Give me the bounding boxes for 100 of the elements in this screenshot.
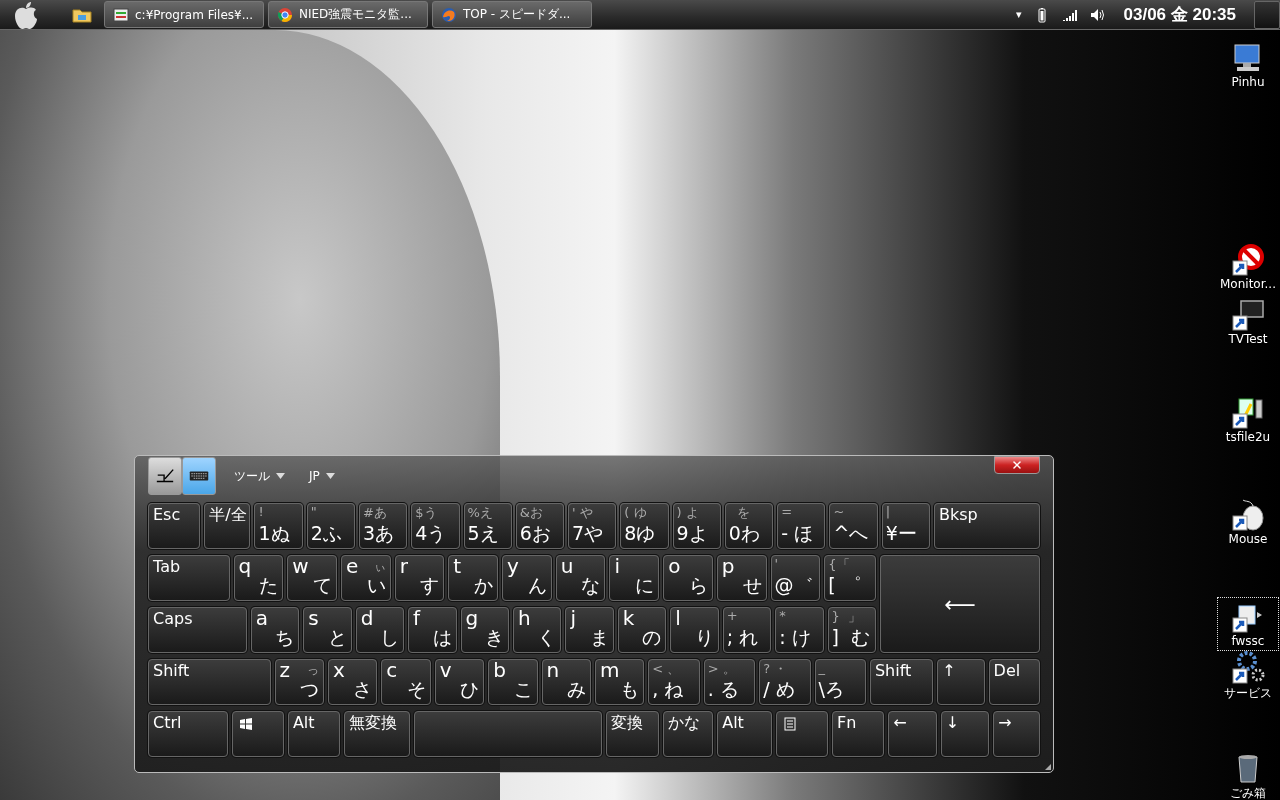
keyboard-key[interactable]: u な (555, 555, 606, 601)
keyboard-key[interactable]: < 、 , ね (648, 659, 700, 705)
icon-label[interactable]: サービス (1224, 685, 1272, 702)
keyboard-key[interactable]: k の (617, 607, 667, 653)
keyboard-key[interactable]: a ち (250, 607, 300, 653)
keyboard-key[interactable]: y ん (502, 555, 552, 601)
keyboard-key[interactable]: | ¥ー (881, 503, 930, 549)
keyboard-key[interactable]: Fn (831, 711, 885, 757)
globe-icon (441, 6, 457, 23)
keyboard-key[interactable]: q た (233, 555, 284, 601)
folder-icon[interactable] (72, 6, 92, 23)
keyboard-key[interactable]: c そ (381, 659, 431, 705)
close-button[interactable] (994, 456, 1040, 474)
windows-key[interactable] (231, 711, 284, 757)
mouse-icon[interactable] (1231, 498, 1265, 532)
close-icon (1011, 459, 1023, 471)
keyboard-key[interactable]: Shift (869, 659, 934, 705)
keyboard-key[interactable]: $う 4う (411, 503, 460, 549)
keyboard-key[interactable]: Shift (148, 659, 271, 705)
keyboard-key[interactable]: p せ (716, 555, 767, 601)
keyboard-key[interactable]: f は (408, 607, 457, 653)
keyboard-key[interactable]: Alt (717, 711, 772, 757)
keyboard-key[interactable]: } 」 ] む (827, 607, 876, 653)
keyboard-key[interactable]: ) よ 9よ (672, 503, 721, 549)
no-entry-icon[interactable] (1231, 243, 1265, 277)
keyboard-key[interactable]: ! 1ぬ (254, 503, 303, 549)
menu-button[interactable]: JP (303, 468, 341, 484)
keyboard-key[interactable]: かな (662, 711, 714, 757)
keyboard-key[interactable]: l り (670, 607, 719, 653)
keyboard-key[interactable]: Bksp (933, 503, 1040, 549)
keyboard-key[interactable]: %え 5え (463, 503, 512, 549)
keyboard-key[interactable]: e ぃ い (340, 555, 391, 601)
keyboard-key[interactable]: 変換 (606, 711, 659, 757)
keyboard-key[interactable]: 半/全 (204, 503, 251, 549)
keyboard-key[interactable]: m も (594, 659, 645, 705)
keyboard-key[interactable]: i に (609, 555, 660, 601)
keyboard-key[interactable]: ↓ (940, 711, 990, 757)
keyboard-key[interactable]: z っ つ (274, 659, 324, 705)
keyboard-key[interactable]: > 。 . る (703, 659, 756, 705)
keyboard-key[interactable]: Del (988, 659, 1040, 705)
space-key[interactable] (414, 711, 603, 757)
keyboard-key[interactable]: ~ ^へ (829, 503, 878, 549)
caret-icon (325, 473, 335, 479)
enter-key[interactable]: ⟵ (880, 555, 1040, 653)
keyboard-key[interactable]: ( ゆ 8ゆ (620, 503, 669, 549)
taskbar-button[interactable]: NIED強震モニタ監... (268, 1, 428, 28)
tv-icon[interactable] (1231, 298, 1265, 332)
clock[interactable]: 03/06 金 20:35 (1123, 3, 1236, 26)
keyboard-key[interactable]: を 0わ (724, 503, 774, 549)
keyboard-key[interactable]: x さ (327, 659, 378, 705)
keyboard-key[interactable]: n み (541, 659, 591, 705)
icon-label[interactable]: Monitor... (1220, 277, 1276, 291)
keyboard-key[interactable]: t か (448, 555, 499, 601)
icon-label[interactable]: Pinhu (1231, 75, 1265, 89)
keyboard-key[interactable]: 無変換 (344, 711, 411, 757)
keyboard-key[interactable]: Ctrl (148, 711, 228, 757)
taskbar-button[interactable]: c:¥Program Files¥... (104, 1, 264, 28)
keyboard-key[interactable]: * : け (775, 607, 824, 653)
keyboard-key[interactable]: g き (460, 607, 509, 653)
keyboard-key[interactable]: → (993, 711, 1040, 757)
keyboard-key[interactable]: v ひ (434, 659, 485, 705)
keyboard-key[interactable]: ' @゛ (770, 555, 821, 601)
keyboard-key[interactable]: " 2ふ (306, 503, 355, 549)
keyboard-key[interactable]: j ま (565, 607, 614, 653)
keyboard-key[interactable]: s と (303, 607, 352, 653)
keyboard-key[interactable]: Tab (148, 555, 230, 601)
pen-mode-button[interactable] (148, 457, 182, 495)
menu-key[interactable] (775, 711, 828, 757)
keyboard-key[interactable]: r す (394, 555, 445, 601)
icon-label[interactable]: tsfile2u (1225, 430, 1271, 444)
keyboard-key[interactable]: ? ・ / め (759, 659, 811, 705)
gears-icon[interactable] (1231, 651, 1265, 685)
icon-label[interactable]: Mouse (1228, 532, 1268, 546)
keyboard-key[interactable]: b こ (488, 659, 538, 705)
keyboard-key[interactable]: h く (512, 607, 562, 653)
keyboard-key[interactable]: o ら (663, 555, 713, 601)
keyboard-key[interactable]: ' や 7や (568, 503, 617, 549)
keyboard-key[interactable]: ↑ (937, 659, 985, 705)
keyboard-key[interactable]: w て (287, 555, 337, 601)
keyboard-key[interactable]: _ \ろ (814, 659, 866, 705)
keyboard-key[interactable]: {「 [ ゜ (824, 555, 876, 601)
keyboard-key[interactable]: Esc (148, 503, 201, 549)
icon-label[interactable]: ごみ箱 (1230, 785, 1266, 800)
taskbar-button[interactable]: TOP - スピードダ... (432, 1, 592, 28)
keyboard-key[interactable]: Alt (287, 711, 341, 757)
keyboard-key[interactable]: + ; れ (722, 607, 772, 653)
keyboard-key[interactable]: #あ 3あ (359, 503, 408, 549)
keyboard-mode-button[interactable] (182, 457, 216, 495)
keyboard-key[interactable]: &お 6お (515, 503, 565, 549)
keyboard-key[interactable]: Caps (148, 607, 247, 653)
keyboard-key[interactable]: ← (888, 711, 937, 757)
menu-button[interactable]: ツール (228, 466, 291, 486)
keyboard-key[interactable]: = - ほ (777, 503, 826, 549)
icon-label[interactable]: fwssc (1231, 634, 1265, 648)
icon-label[interactable]: TVTest (1228, 332, 1268, 346)
file-icon[interactable] (1231, 396, 1265, 430)
keyboard-key[interactable]: d し (355, 607, 405, 653)
tray-arrow[interactable]: ▾ (1016, 8, 1022, 21)
show-desktop-button[interactable] (1254, 0, 1280, 29)
resize-grip-icon[interactable] (1044, 763, 1052, 771)
